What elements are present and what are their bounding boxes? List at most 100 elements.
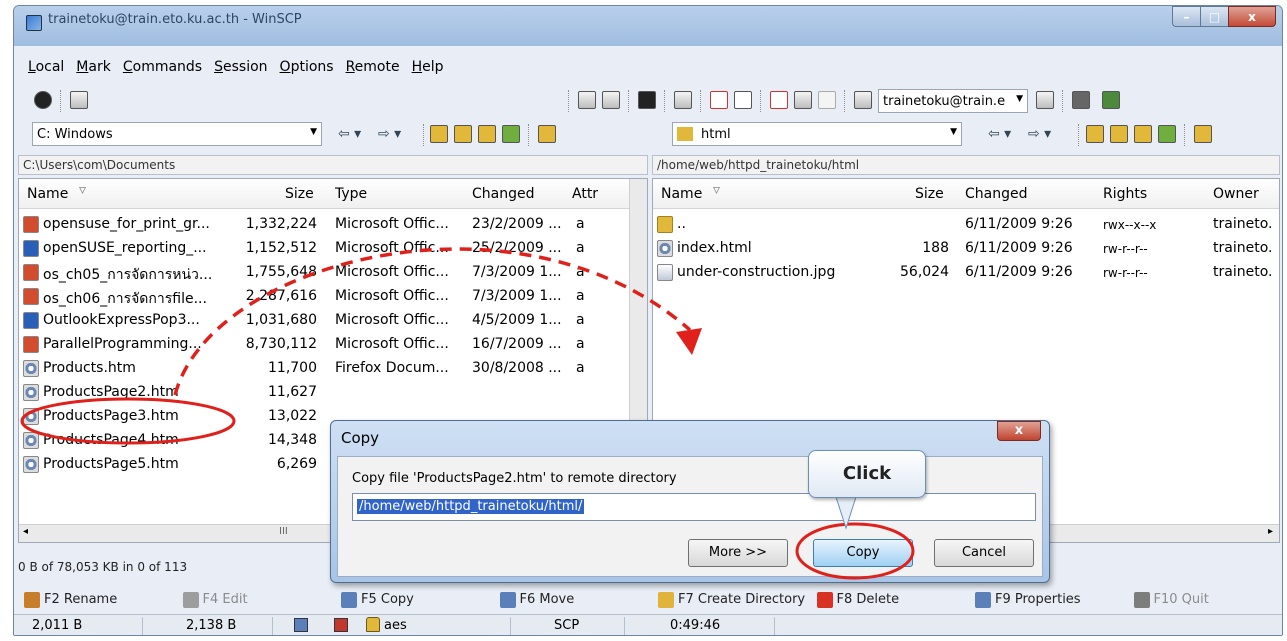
menu-options[interactable]: Options [280,59,334,75]
menu-session[interactable]: Session [214,59,267,75]
fkey-button[interactable]: F2 Rename [14,586,173,614]
file-name: OutlookExpressPop3... [43,312,200,328]
clear-icon[interactable] [818,91,836,109]
local-file-row[interactable]: Products.htm 11,700 Firefox Docum... 30/8/2… [19,357,647,381]
cancel-button[interactable]: Cancel [934,539,1034,567]
file-type: Microsoft Offic... [335,240,449,256]
fkey-button[interactable]: F10 Quit [1124,586,1283,614]
synchronize-icon[interactable] [602,91,620,109]
remote-file-row[interactable]: index.html 188 6/11/2009 9:26 rw-r--r-- trai… [653,237,1279,261]
putty-icon[interactable] [674,91,692,109]
local-back-icon[interactable]: ⇦ ▾ [338,126,361,142]
session-combo[interactable]: trainetoku@train.e ▼ [878,89,1028,113]
reconnect-icon[interactable] [1072,91,1090,109]
col-name[interactable]: Name [661,186,702,202]
col-size[interactable]: Size [915,186,944,202]
menu-remote[interactable]: Remote [346,59,400,75]
jpg-file-icon [657,264,673,281]
local-open-dir-icon[interactable] [538,125,556,143]
local-parent-dir-icon[interactable] [430,125,448,143]
col-owner[interactable]: Owner [1213,186,1259,202]
menu-help[interactable]: Help [412,59,444,75]
local-home-dir-icon[interactable] [478,125,496,143]
dialog-body: Copy file 'ProductsPage2.htm' to remote … [337,456,1043,577]
unselect-files-icon[interactable] [734,91,752,109]
file-changed: 4/5/2009 1... [472,312,562,328]
fkey-button[interactable]: F9 Properties [965,586,1124,614]
menu-mark[interactable]: Mark [76,59,111,75]
col-changed[interactable]: Changed [965,186,1028,202]
menu-commands[interactable]: Commands [123,59,202,75]
htm-file-icon [657,240,673,257]
remote-root-dir-icon[interactable] [1110,125,1128,143]
remote-refresh-icon[interactable] [1158,125,1176,143]
bytes-downloaded: 2,138 B [186,618,237,633]
remote-home-dir-icon[interactable] [1134,125,1152,143]
fkey-label: F10 Quit [1153,592,1209,607]
remote-forward-icon[interactable]: ⇨ ▾ [1028,126,1051,142]
col-size[interactable]: Size [285,186,314,202]
menu-local[interactable]: Local [28,59,64,75]
dialog-title: Copy [341,429,380,447]
save-session-icon[interactable] [1102,91,1120,109]
local-file-row[interactable]: opensuse_for_print_gr... 1,332,224 Microso… [19,213,647,237]
local-file-row[interactable]: os_ch06_การจัดการfile... 2,287,616 Microso… [19,285,647,309]
local-file-row[interactable]: ProductsPage2.htm 11,627 [19,381,647,405]
preferences-icon[interactable] [34,91,52,109]
file-name: .. [677,216,686,232]
file-attr: a [576,336,585,352]
remote-column-header: Name ▿ Size Changed Rights Owner [653,179,1279,209]
copy-button[interactable]: Copy [813,539,913,567]
local-file-row[interactable]: openSUSE_reporting_... 1,152,512 Microsoft… [19,237,647,261]
fkey-button[interactable]: F7 Create Directory [648,586,807,614]
compare-directories-icon[interactable] [578,91,596,109]
session-list-icon[interactable] [1036,91,1054,109]
file-size: 14,348 [268,432,317,448]
dialog-close-button[interactable]: x [997,421,1041,441]
file-type: Firefox Docum... [335,360,449,376]
remote-back-icon[interactable]: ⇦ ▾ [988,126,1011,142]
file-rights: rw-r--r-- [1103,266,1148,280]
local-refresh-icon[interactable] [502,125,520,143]
file-changed: 7/3/2009 1... [472,264,562,280]
file-type: Microsoft Offic... [335,216,449,232]
new-session-icon[interactable] [854,91,872,109]
col-attr[interactable]: Attr [572,186,598,202]
file-attr: a [576,288,585,304]
fkey-button[interactable]: F8 Delete [807,586,966,614]
local-file-row[interactable]: ParallelProgramming... 8,730,112 Microsoft… [19,333,647,357]
minimize-button[interactable]: – [1172,6,1200,27]
col-type[interactable]: Type [335,186,367,202]
local-file-row[interactable]: os_ch05_การจัดการหน่ว... 1,755,648 Microso… [19,261,647,285]
fkey-button[interactable]: F4 Edit [173,586,332,614]
file-attr: a [576,216,585,232]
queue-icon[interactable] [70,91,88,109]
local-file-row[interactable]: OutlookExpressPop3... 1,031,680 Microsoft … [19,309,647,333]
file-size: 6,269 [276,456,317,472]
more-button[interactable]: More >> [688,539,788,567]
remote-file-row[interactable]: under-construction.jpg 56,024 6/11/2009 9:… [653,261,1279,285]
local-selection-status: 0 B of 78,053 KB in 0 of 113 [18,560,188,574]
sort-icon[interactable] [794,91,812,109]
fkey-label: F8 Delete [836,592,900,607]
console-icon[interactable] [638,91,656,109]
filter-icon[interactable] [770,91,788,109]
remote-file-row[interactable]: .. 6/11/2009 9:26 rwx--x--x traineto. [653,213,1279,237]
fkey-button[interactable]: F5 Copy [331,586,490,614]
file-size: 1,152,512 [245,240,317,256]
local-drive-combo[interactable]: C: Windows ▼ [32,122,322,146]
remote-dir-combo[interactable]: html ▼ [672,122,962,146]
remote-parent-dir-icon[interactable] [1086,125,1104,143]
fkey-button[interactable]: F6 Move [490,586,649,614]
local-root-dir-icon[interactable] [454,125,472,143]
col-rights[interactable]: Rights [1103,186,1147,202]
close-window-button[interactable]: x [1228,6,1276,27]
file-name: opensuse_for_print_gr... [43,216,210,232]
local-forward-icon[interactable]: ⇨ ▾ [378,126,401,142]
col-changed[interactable]: Changed [472,186,535,202]
remote-directory-input[interactable]: /home/web/httpd_trainetoku/html/ [352,493,1036,521]
maximize-button[interactable]: □ [1200,6,1228,27]
select-files-icon[interactable] [710,91,728,109]
col-name[interactable]: Name [27,186,68,202]
remote-open-dir-icon[interactable] [1194,125,1212,143]
